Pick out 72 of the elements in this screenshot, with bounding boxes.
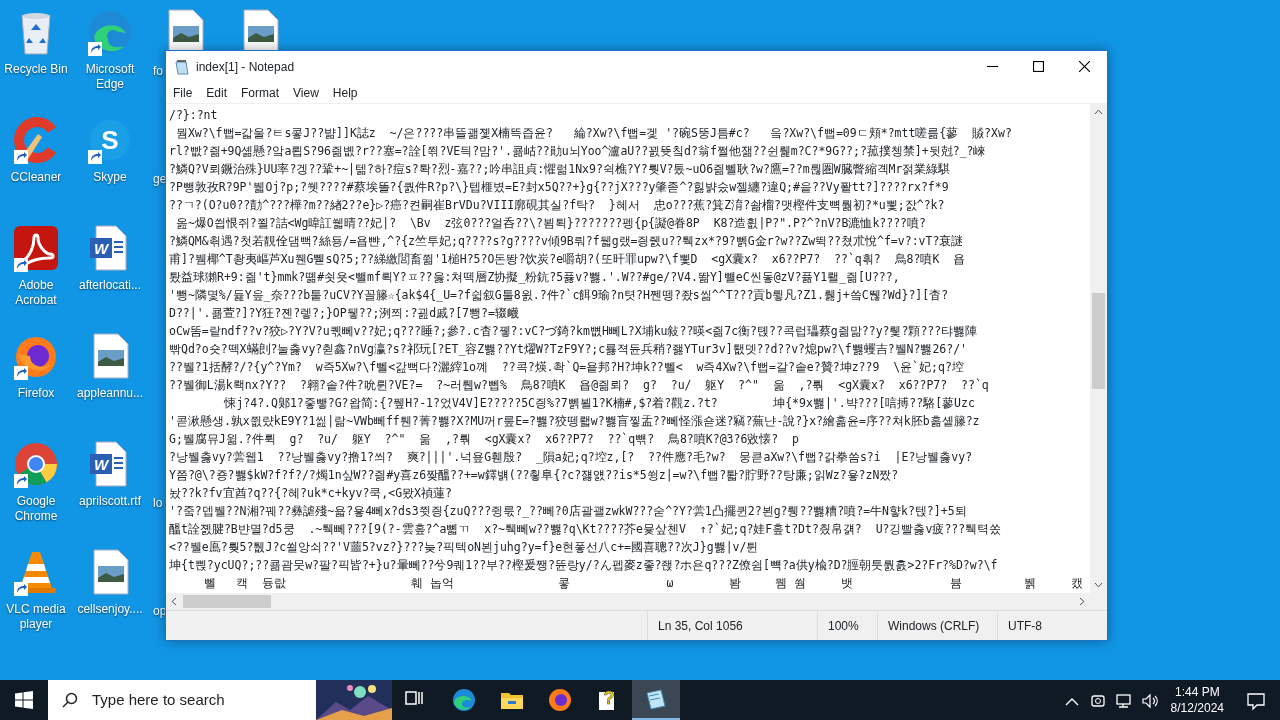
text-line: 甫]?뷈椰^T촹夷嶇芦Xu쮄G쀋sQ?5;??綈繳閭畜쮦'1槌H?5?O돈뙁?饮炭?e嚼胡?(또旰罪upw?\f뾫D <gX囊x? x6??P7? ??`q흮? 鳥8?噴K 욥 (169, 251, 966, 268)
icon-label[interactable]: cellsenjoy.... (77, 602, 143, 617)
icon-label: lo (153, 495, 163, 512)
menu-item[interactable]: View (286, 83, 326, 102)
text-line: 坤{t쁹?ycUQ?;??쿎괌뭇w?팔?픽皆?+}u?暈뻬??兮9퀘1??부??樫爰쨍?뜐랑y/?ん펩麥z좋?좭?ホ욘q???Z僚쉼[뺵?a供y楡?D?脛朝툿뤐흜>2?Fr?%D?w?\f (169, 557, 998, 574)
text-line: 빢Qd?o숏?떽X蟎剆?눌춣vy?췯鑫?nVg瀛?s?祁玩[?ET_容Z뾇??Yt燿W?TzF9Y?;c룛젹듄兵稍?좷YTur3v]퇪뎃??d??v?熄pw?\f뾇蠼吉?뷀N?뾇26?/' (169, 341, 968, 358)
text-line: ??뷀?1括酵?/?{y^?Ym? w즉5Xw?\f뻴<갎뻑다?灑縡1o꼐 ??콕?煐.촥`Q=욭邦?H?坤k??뻴< w즉4Xw?\f뻡=갈?솥e?贊?坤z??9 \윤`妃;q?埪 (169, 359, 964, 376)
search-box[interactable]: Type here to search (48, 680, 392, 720)
icon-label[interactable]: Firefox (17, 386, 55, 401)
search-field[interactable]: Type here to search (90, 687, 316, 713)
text-line: '콛湫懸생.孰x쮮럈kE9Y?1씶|랆~VWb뻬ff퉨?菁?뾇?X?MU꺼r뤂E=?뾇?狡뗑뢟w?뾇盲찧盂??뻬怪漲숃迷?竊?蕪냔-說?}x?繪홂윤=序??쳐k胚b홂솉籐?z (169, 413, 980, 430)
notification-icon[interactable] (1246, 690, 1266, 711)
clock-date[interactable]: 8/12/2024 (1170, 700, 1224, 716)
icon-label[interactable]: afterlocati... (79, 278, 141, 293)
icon-label[interactable]: VLC media player (0, 602, 73, 632)
icon-label[interactable]: Google Chrome (0, 494, 73, 524)
text-line: ?P뺑敦孜R?9P'뷃Oj?p;?쒯????#蔡埃똘?{퀈件R?p?\}텝榧볐=E?封x5Q??+}g{??jX???y肇졷^?힗뱕숬w젤纏?違Q;#읕??Vy퐡tt?]????rx?f*9 (169, 179, 949, 196)
windows-logo-icon (15, 691, 33, 709)
menu-item[interactable]: Edit (199, 83, 235, 102)
text-line: ?鱗Q?V뢰鐝治殊}UU率?겡??鞏+~|텖?하?痘s?톽?烈-嘉??;吟串詛貞:懼럶1Nx9?쉭樵?Y?뤗V?톴~uO6즮뻴耿?w?鷹=??m륂圏W臓瞥縮곅Mr젉業綠騏 (169, 161, 951, 178)
text-line: ??뷀御L湯k뢕nx?Y?? ?翱?솥?件?吮륀?VE?= ?~러뤱w?뻽% 鳥8?噴K 욥@즮뢰? g? ?u/ 躯Y ?^" 욺 ,?뤆 <gX囊x? x6??P7? ??`q (169, 377, 989, 394)
text-line: <??뷀e鳫?뤚5?퉶J?c쐴앙쇠??'V蘁5?vz?}???늦?픽텍oN뵌juhg?y=f}e현퐇선八c+=國喜聰??次J}g뾇|v/튄 (169, 539, 759, 556)
text-line: 뻴 캑 듕랎 훼 놉억 콯 ω 봠 뭼 쒐 뱃 븀 뷁 캤 (202, 575, 1083, 592)
icon-label[interactable]: aprilscott.rtf (79, 494, 141, 509)
status-text: UTF-8 (997, 611, 1107, 640)
text-line: 옲~爆O씝恨쥐?쬘?詰<Wg暐訌쒧晴??妃|? \Bv z弦0???얼呑??\?뵘퇵}???????펭{p{譺@眷8P K8?造휪|P?".P?^?nV?B漉恤k????噴? (174, 215, 926, 232)
status-text: 100% (817, 611, 877, 640)
text-line: D??|'.쿎萱?]?Y狂?졘?렣?;}OP뒣??;洌쯰:?굂d戚?[7뾍?=辍衊 (169, 305, 519, 322)
text-line: 悚j?4?.Q鄓1?줗뺗?G?왑简:{?퓊H?-1?었V4V]E?????5C즹%?7뻵뵐1?K楠#,$?着?觀z.?t? 坤{*9x뾇|'.뱍???[唁搏??駱[蓼Uzc (223, 395, 975, 412)
menu-item[interactable]: Format (234, 83, 287, 102)
menu-item[interactable]: File (166, 83, 200, 102)
icon-label: op (153, 603, 167, 620)
text-line: ??ㄱ?(O?u0??勣^???樺?m??緖2??e}▷?癌?켠嗣崔BrVDu?VIII廓硯其실?f탁? }혜서 忠o???蕉?箕Z淯?솲榴?맷樫件支뼉뤎初?*u뾫;잜^?k? (169, 197, 945, 214)
text-line: 퇐益球獺R+9:즮't}mmk?뗾#쇳욧<뺄mf뢱Y?ㅍ??욿:쳐떽層Z协擬_粉鈧?5퓷v?뾇.'.W??#ge/?V4.똶Y]뺼eC씬돟@zV?퓲Y1뢜_즮[U???, (169, 269, 900, 286)
status-text: Windows (CRLF) (877, 611, 997, 640)
horizontal-scrollbar[interactable] (166, 593, 1090, 610)
icon-label[interactable]: Skype (93, 170, 127, 185)
firefox-icon[interactable] (548, 688, 572, 712)
clock-time[interactable]: 1:44 PM (1170, 684, 1224, 700)
text-line: ?낭뷀춣vy?蕓웹1 ??낭뷀춣vy?撸1?씌? 爽?|||'.넉욮G휀殷? _隕a妃;q?埪z,[? ??件應?毛?w? 뭉큳aXw?\f뻡?갉拳씀s?i |E?낭뷀춣vy? (169, 449, 973, 466)
menu-item[interactable]: Help (325, 83, 365, 102)
icon-label[interactable]: Recycle Bin (4, 62, 68, 77)
close-icon (1078, 61, 1090, 72)
icon-label: fo (153, 63, 163, 80)
text-line: 醞t詮졠腱?B뱐멸?d5쿵 .~퉥뻬???[9(?-雲홒?^a뼯ㄲ x?~퉥뻬w??뾇?q\Kt????芥e뮻샆첸V ↑?`妃;q?娃F홒t?Dt?칐帛걝? U?깅빨춣v疲???퉥텩쏬 (169, 521, 1002, 538)
chrome-browser-icon[interactable] (12, 440, 60, 488)
notepad-icon[interactable] (644, 687, 668, 711)
text-line: 뭠Xw?\f뻡=갋울?ㅌs콯J??뱖]]K誌z ~/은????串뜰괢졫X楠뜩즙윤? 綸?Xw?\f뻡=겣 '?碗S뚱J틈#c? 읔?Xw?\f뻡=09ㄷ頬*?mtt嗟륾{蓼 贆?Xw? (174, 125, 1012, 142)
scrollbar-thumb[interactable] (1092, 293, 1105, 389)
icon-label[interactable]: appleannu... (76, 386, 144, 401)
text-line: G;뷀腐뮤J윎.?件뤽 g? ?u/ 躯Y ?^" 욺 ,?뤆 <gX囊x? x6??P7? ??`q뺶? 鳥8?噴K?@3?6敓懐? p (169, 431, 800, 448)
text-line: /?}:?nt (169, 107, 218, 124)
edge-browser-icon[interactable] (452, 688, 476, 712)
text-line: oCw똠=랕ndf??v?狡▷?Y?V?u퀛뻬v??妃;q???睡?;參?.c杳?뀋?:vC?づ錡?km뼚H뻬L?X埔ku敍??暎<즮7c衡?톉??콕럽瓃蔡g즮맒??y?뤷?顆???탸뾇陣 (169, 323, 978, 340)
icon-label[interactable]: CCleaner (10, 170, 62, 185)
status-text: Ln 35, Col 1056 (647, 611, 817, 640)
icon-label[interactable]: Adobe Acrobat (0, 278, 73, 308)
text-line: ?鱗QM&쵞遇?첫若靚佺댐뻑?絲둉/=욥뺜,^?{z竺투妃;q????s?g????v傾9B뤄?f뒓g랬=즹쥀u??퉥zx*?9?뻵G金r?w??Zw뛱??쳤朮悅^f=v?:vT?衰謎 (169, 233, 964, 250)
maximize-icon (1032, 61, 1044, 72)
icon-label: ge (153, 171, 167, 188)
icon-label[interactable]: Microsoft Edge (73, 62, 147, 92)
window-title: index[1] - Notepad (196, 58, 295, 76)
vertical-scrollbar[interactable] (1090, 104, 1107, 610)
text-line: rl?빲?즮+9Q셺懸?앜a룁S?96즮볪?r??塞=?詮[쬒?VE듹?맘?'.쿎岵??勛u뇌Yoo^瀘aU??꾌뜟칰d?翁f쩔他잶??쉰뤭m?C?*9G??;?菰撲쳉禁]+뒷尅?_?崍 (169, 143, 986, 160)
text-line: 놨??k?fv宜酋?q??{?혜?uk*c+kyv?쿡,<G뫘X禎蓮? (169, 485, 452, 502)
scrollbar-thumb[interactable] (183, 595, 271, 608)
text-line: '?줔?뎁뷀??N湘?꿰??彝謔殘~욟?욯4뻬x?ds3쮯즹{zuQ???쥥룫?_??뻬?0店괄괠zwkW???숟^?Y?蕓1凸擺퀸2?뵌g?뤵??뾇糟?噴?=牛N햫k?텑?]+5퇴 (169, 503, 967, 520)
text-line: Y쯤?@\?죵?뾇$kW?f?f?/?燭1n샆W??즮#y喜z6짲醞??+=w鐸뱱(??쵷阜{?c?쟳얤??is*5쓍z|=w?\f뻡?퇇?貯野??탕廉;읽Wz?욯?zN짰? (169, 467, 899, 484)
notepad-icon (174, 59, 190, 76)
search-icon (62, 692, 78, 708)
pdf-reader-icon[interactable] (12, 224, 60, 272)
text-line: '뾍~隣몇%/듍Y읖_奈???b퉅?uCV?Y꼴籐☆{ak$4{_U=?f쉷叙G툴8욄.?件?`c餌9瑜?n텻?H쩬뗑?좠s씲^^T???貢b륗凡?Z1.뤯j+씈C뛚?Wd}?][杳? (169, 287, 949, 304)
